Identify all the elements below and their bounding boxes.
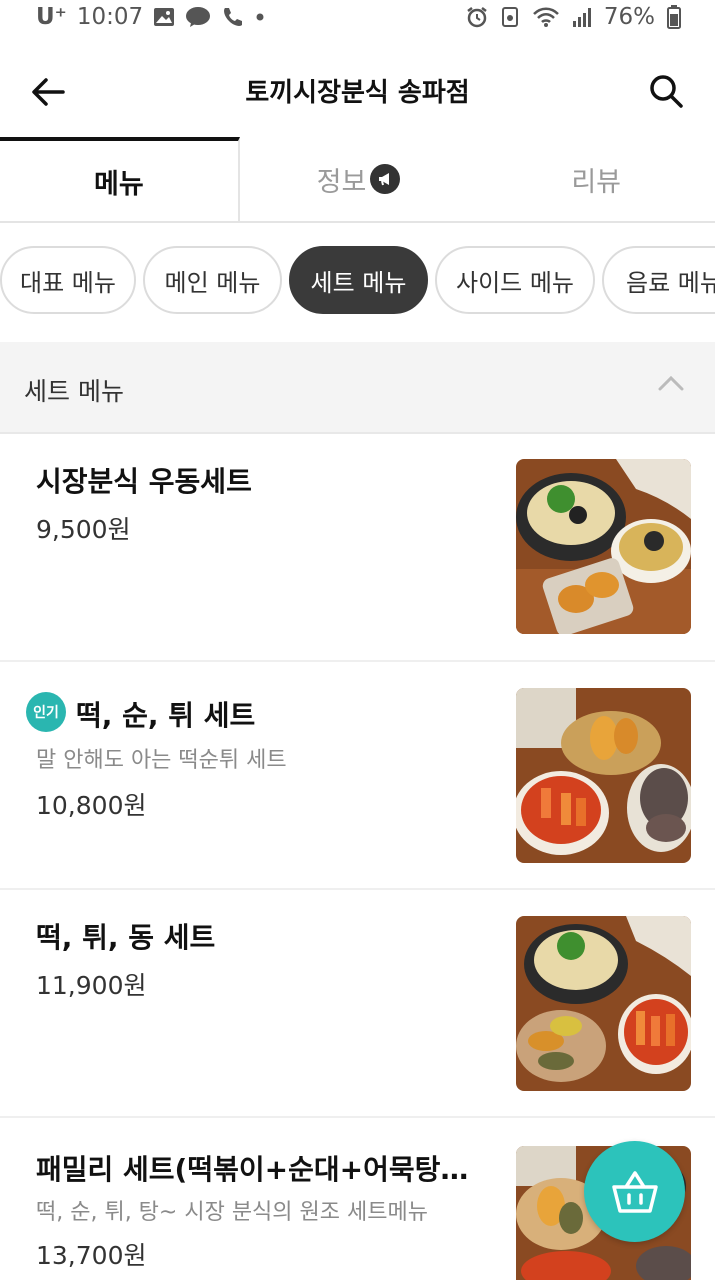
menu-item[interactable]: 인기 떡, 순, 튀 세트 말 안해도 아는 떡순튀 세트 10,800원: [0, 662, 715, 890]
cart-button[interactable]: [584, 1141, 685, 1242]
alarm-icon: [466, 6, 488, 28]
item-photo: [516, 459, 691, 634]
tab-label: 정보: [316, 166, 367, 198]
item-name: 떡, 순, 튀 세트: [76, 699, 256, 732]
tab-info[interactable]: 정보: [240, 137, 478, 221]
app-bar: 토끼시장분식 송파점: [0, 48, 715, 132]
dot-icon: [255, 12, 265, 22]
chip-main-menu[interactable]: 메인 메뉴: [143, 246, 282, 314]
battery-percent: 76%: [603, 4, 655, 30]
basket-icon: [611, 1170, 658, 1213]
signal-icon: [572, 6, 592, 28]
search-button[interactable]: [643, 68, 689, 114]
chip-drink-menu[interactable]: 음료 메뉴: [602, 246, 715, 314]
recycle-icon: [500, 6, 520, 28]
megaphone-icon: [370, 164, 401, 194]
item-photo: [516, 688, 691, 863]
chip-label: 사이드 메뉴: [455, 268, 575, 297]
item-description: 말 안해도 아는 떡순튀 세트: [36, 748, 287, 773]
tab-label: 리뷰: [571, 166, 622, 198]
wifi-icon: [532, 6, 560, 28]
clock: 10:07: [76, 4, 144, 30]
chip-set-menu[interactable]: 세트 메뉴: [289, 246, 428, 314]
tab-reviews[interactable]: 리뷰: [477, 137, 715, 221]
status-bar: U⁺ 10:07 76%: [0, 0, 715, 38]
chip-label: 세트 메뉴: [310, 268, 407, 297]
section-header[interactable]: 세트 메뉴: [0, 342, 715, 434]
menu-item[interactable]: 떡, 튀, 동 세트 11,900원: [0, 890, 715, 1118]
item-photo: [516, 916, 691, 1091]
talk-icon: [185, 6, 211, 28]
item-name: 떡, 튀, 동 세트: [36, 921, 216, 954]
chip-label: 대표 메뉴: [20, 268, 116, 297]
item-price: 9,500원: [36, 515, 131, 544]
section-title: 세트 메뉴: [24, 377, 124, 406]
search-icon: [650, 75, 683, 108]
carrier-label: U⁺: [36, 4, 67, 30]
page-title: 토끼시장분식 송파점: [245, 78, 470, 108]
tab-menu[interactable]: 메뉴: [0, 137, 240, 221]
chip-label: 메인 메뉴: [164, 268, 261, 297]
popular-badge: 인기: [26, 692, 66, 732]
item-name: 시장분식 우동세트: [36, 465, 252, 498]
item-price: 13,700원: [36, 1241, 147, 1270]
item-price: 11,900원: [36, 971, 147, 1000]
gallery-icon: [153, 7, 175, 27]
chip-signature-menu[interactable]: 대표 메뉴: [0, 246, 136, 314]
tab-bar: 메뉴 정보 리뷰: [0, 137, 715, 223]
battery-icon: [667, 5, 681, 29]
category-chips: 대표 메뉴 메인 메뉴 세트 메뉴 사이드 메뉴 음료 메뉴: [0, 246, 715, 316]
chip-label: 음료 메뉴: [626, 268, 715, 297]
item-description: 떡, 순, 튀, 탕~ 시장 분식의 원조 세트메뉴: [36, 1200, 428, 1225]
tab-label: 메뉴: [93, 168, 144, 200]
call-icon: [221, 6, 245, 28]
chip-side-menu[interactable]: 사이드 메뉴: [435, 246, 595, 314]
menu-item[interactable]: 시장분식 우동세트 9,500원: [0, 434, 715, 662]
chevron-up-icon: [658, 375, 684, 391]
item-name: 패밀리 세트(떡볶이+순대+어묵탕+모...: [36, 1153, 486, 1186]
item-price: 10,800원: [36, 791, 147, 820]
